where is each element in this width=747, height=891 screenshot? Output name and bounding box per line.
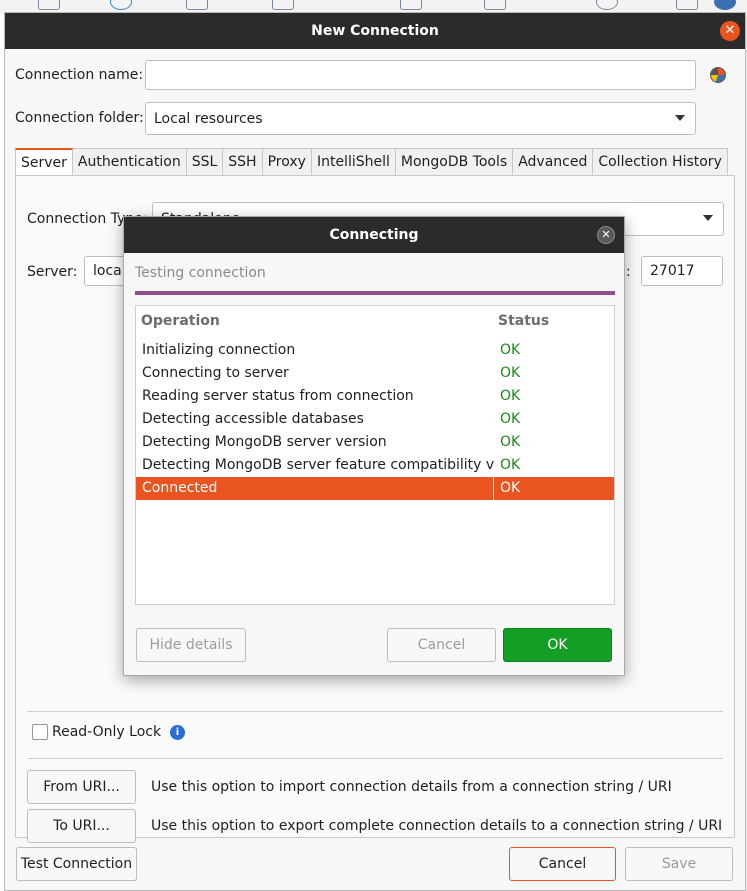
operation-status: OK (500, 480, 521, 496)
cancel-button[interactable]: Cancel (509, 847, 616, 881)
column-operation: Operation (141, 313, 220, 329)
dialog-title: New Connection (311, 23, 439, 39)
chevron-down-icon (703, 215, 713, 221)
connecting-titlebar: Connecting ✕ (124, 217, 624, 253)
dialog-titlebar: New Connection ✕ (5, 13, 745, 49)
pie-icon (110, 0, 132, 10)
document-icon (38, 0, 60, 10)
connection-folder-select[interactable]: Local resources (145, 102, 696, 135)
operation-status: OK (500, 342, 521, 358)
connection-name-label: Connection name: (15, 67, 144, 83)
account-icon (714, 0, 736, 10)
close-icon[interactable]: ✕ (720, 21, 740, 41)
tab-mongodb-tools[interactable]: MongoDB Tools (395, 148, 514, 176)
column-separator (493, 477, 494, 500)
from-uri-description: Use this option to import connection det… (151, 779, 672, 795)
test-connection-button[interactable]: Test Connection (16, 847, 137, 881)
operation-status: OK (500, 365, 521, 381)
connecting-title: Connecting (329, 227, 419, 243)
tab-proxy[interactable]: Proxy (262, 148, 312, 176)
connection-folder-value: Local resources (154, 110, 263, 127)
divider (27, 711, 723, 712)
read-only-lock-checkbox[interactable] (32, 724, 48, 740)
operation-name: Detecting MongoDB server feature compati… (142, 457, 494, 473)
port-label: : (626, 264, 631, 280)
connection-folder-label: Connection folder: (15, 110, 144, 126)
operation-name: Initializing connection (142, 342, 296, 358)
list-item[interactable]: Detecting MongoDB server feature compati… (136, 454, 614, 477)
list-item[interactable]: Detecting accessible databases OK (136, 408, 614, 431)
connection-name-input[interactable] (145, 60, 696, 90)
server-host-value: local (93, 263, 126, 279)
list-item[interactable]: Reading server status from connection OK (136, 385, 614, 408)
read-only-lock-label: Read-Only Lock (52, 724, 162, 740)
tab-ssl[interactable]: SSL (186, 148, 224, 176)
tab-collection-history[interactable]: Collection History (593, 148, 728, 176)
list-item[interactable]: Initializing connection OK (136, 339, 614, 362)
operation-name: Detecting accessible databases (142, 411, 364, 427)
connecting-status: Testing connection (135, 265, 266, 281)
list-item[interactable]: Connecting to server OK (136, 362, 614, 385)
tab-ssh[interactable]: SSH (223, 148, 263, 176)
tab-server[interactable]: Server (15, 148, 73, 176)
info-icon[interactable]: i (170, 725, 185, 740)
progress-bar (135, 291, 615, 295)
list-item-selected[interactable]: Connected OK (136, 477, 614, 500)
close-icon[interactable]: ✕ (597, 226, 615, 244)
operation-name: Connecting to server (142, 365, 289, 381)
operation-status: OK (500, 434, 521, 450)
operation-status: OK (500, 388, 521, 404)
operation-name: Reading server status from connection (142, 388, 414, 404)
list-item[interactable]: Detecting MongoDB server version OK (136, 431, 614, 454)
from-uri-button[interactable]: From URI... (27, 770, 136, 804)
to-uri-button[interactable]: To URI... (27, 809, 136, 843)
hide-details-button[interactable]: Hide details (136, 628, 246, 662)
tab-bar: Server Authentication SSL SSH Proxy Inte… (15, 148, 728, 176)
chevron-down-icon (675, 115, 685, 121)
import-icon (400, 0, 422, 10)
server-label: Server: (27, 264, 78, 280)
operations-header: Operation Status (136, 306, 614, 336)
column-status: Status (498, 313, 550, 329)
operation-name: Detecting MongoDB server version (142, 434, 387, 450)
color-picker-icon[interactable] (710, 67, 726, 83)
divider (27, 758, 723, 759)
tab-authentication[interactable]: Authentication (72, 148, 187, 176)
connecting-dialog: Connecting ✕ Testing connection Operatio… (123, 216, 625, 676)
ok-button[interactable]: OK (503, 628, 612, 662)
user-icon (186, 0, 208, 10)
database-icon (596, 0, 618, 10)
window-icon (676, 0, 698, 10)
operation-name: Connected (142, 480, 218, 496)
save-button[interactable]: Save (625, 847, 733, 881)
star-icon (484, 0, 506, 10)
operations-list: Operation Status Initializing connection… (135, 305, 615, 605)
port-input[interactable]: 27017 (641, 256, 723, 286)
connecting-cancel-button[interactable]: Cancel (387, 628, 496, 662)
list-icon (272, 0, 294, 10)
tab-advanced[interactable]: Advanced (513, 148, 594, 176)
tab-intellishell[interactable]: IntelliShell (311, 148, 396, 176)
to-uri-description: Use this option to export complete conne… (151, 818, 723, 834)
operation-status: OK (500, 457, 521, 473)
operation-status: OK (500, 411, 521, 427)
